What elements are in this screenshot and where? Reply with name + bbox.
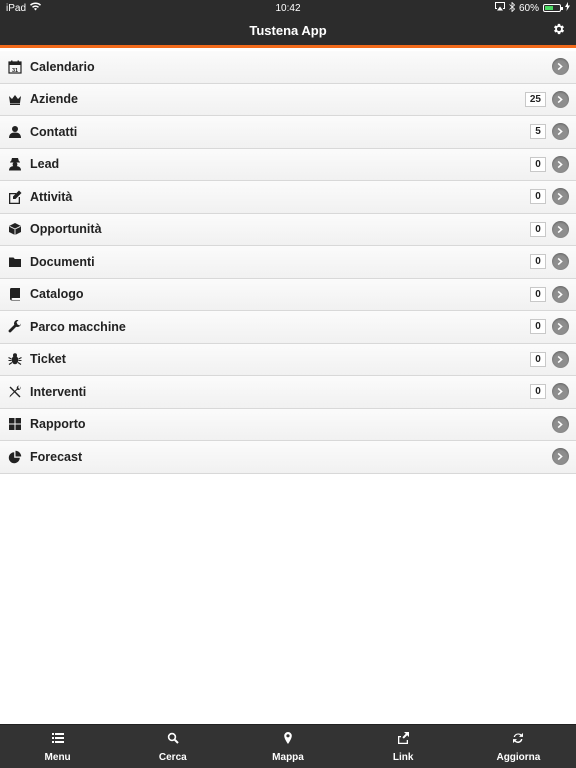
count-badge: 25 bbox=[524, 91, 546, 107]
wrench-icon bbox=[8, 319, 22, 334]
calendar-icon: 31 bbox=[8, 60, 22, 74]
menu-item-calendario[interactable]: 31 Calendario bbox=[0, 51, 576, 84]
list-icon bbox=[51, 731, 64, 749]
airplay-icon bbox=[494, 2, 505, 14]
menu-item-aziende[interactable]: Aziende 25 bbox=[0, 83, 576, 116]
tab-link[interactable]: Link bbox=[346, 725, 461, 768]
menu-item-label: Interventi bbox=[30, 384, 87, 399]
menu-item-label: Documenti bbox=[30, 254, 95, 269]
menu-item-documenti[interactable]: Documenti 0 bbox=[0, 246, 576, 279]
count-badge: 0 bbox=[530, 189, 546, 205]
gear-icon[interactable] bbox=[552, 22, 568, 38]
calendar-day: 31 bbox=[12, 68, 18, 74]
chevron-right-icon[interactable] bbox=[552, 123, 569, 141]
chevron-right-icon[interactable] bbox=[552, 285, 569, 303]
tab-bar: Menu Cerca Mappa Link Aggiorna bbox=[0, 724, 576, 768]
menu-item-label: Attività bbox=[30, 189, 73, 204]
count-badge: 5 bbox=[530, 124, 546, 140]
chevron-right-icon[interactable] bbox=[552, 318, 569, 336]
menu-item-catalogo[interactable]: Catalogo 0 bbox=[0, 278, 576, 311]
menu-item-lead[interactable]: Lead 0 bbox=[0, 148, 576, 181]
chevron-right-icon[interactable] bbox=[552, 155, 569, 173]
search-icon bbox=[167, 731, 179, 749]
chevron-right-icon[interactable] bbox=[552, 253, 569, 271]
grid-icon bbox=[8, 417, 22, 431]
crown-icon bbox=[8, 92, 22, 106]
chevron-right-icon[interactable] bbox=[552, 448, 569, 466]
tools-icon bbox=[8, 385, 22, 399]
status-bar: iPad 10:42 60% bbox=[0, 0, 576, 16]
user-secret-icon bbox=[8, 157, 22, 171]
chevron-right-icon[interactable] bbox=[552, 350, 569, 368]
tab-menu[interactable]: Menu bbox=[0, 725, 115, 768]
menu-item-label: Catalogo bbox=[30, 287, 84, 302]
cube-icon bbox=[8, 222, 22, 236]
tab-label: Cerca bbox=[158, 751, 187, 763]
count-badge: 0 bbox=[530, 319, 546, 335]
share-icon bbox=[397, 731, 410, 749]
chevron-right-icon[interactable] bbox=[552, 90, 569, 108]
menu-item-label: Parco macchine bbox=[30, 319, 126, 334]
chevron-right-icon[interactable] bbox=[552, 415, 569, 433]
count-badge: 0 bbox=[530, 286, 546, 302]
page-title: Tustena App bbox=[249, 23, 327, 38]
menu-item-opportunit[interactable]: Opportunità 0 bbox=[0, 213, 576, 246]
folder-icon bbox=[8, 255, 22, 269]
chevron-right-icon[interactable] bbox=[552, 188, 569, 206]
menu-item-forecast[interactable]: Forecast bbox=[0, 441, 576, 474]
refresh-icon bbox=[512, 731, 524, 749]
battery-percent: 60% bbox=[518, 2, 539, 14]
tab-mappa[interactable]: Mappa bbox=[230, 725, 345, 768]
nav-bar: Tustena App bbox=[0, 16, 576, 48]
tab-label: Mappa bbox=[272, 751, 304, 763]
chevron-right-icon[interactable] bbox=[552, 220, 569, 238]
main-menu-list: 31 Calendario Aziende 25 Contatti 5 Lead 0 Attiv… bbox=[0, 51, 576, 474]
wifi-icon bbox=[30, 2, 42, 14]
menu-item-rapporto[interactable]: Rapporto bbox=[0, 408, 576, 441]
tab-label: Menu bbox=[44, 751, 71, 763]
tab-label: Link bbox=[392, 751, 414, 763]
status-time: 10:42 bbox=[275, 2, 301, 14]
device-name: iPad bbox=[6, 2, 27, 14]
count-badge: 0 bbox=[530, 384, 546, 400]
menu-item-label: Lead bbox=[30, 157, 60, 172]
book-icon bbox=[8, 287, 22, 301]
count-badge: 0 bbox=[530, 351, 546, 367]
chevron-right-icon[interactable] bbox=[552, 58, 569, 76]
menu-item-label: Forecast bbox=[30, 449, 83, 464]
menu-item-attivit[interactable]: Attività 0 bbox=[0, 181, 576, 214]
count-badge: 0 bbox=[530, 221, 546, 237]
bug-icon bbox=[8, 352, 22, 366]
menu-item-parco-macchine[interactable]: Parco macchine 0 bbox=[0, 311, 576, 344]
battery-level bbox=[545, 6, 554, 10]
menu-item-label: Opportunità bbox=[30, 222, 102, 237]
menu-item-label: Rapporto bbox=[30, 417, 86, 432]
menu-item-label: Calendario bbox=[30, 59, 95, 74]
chevron-right-icon[interactable] bbox=[552, 383, 569, 401]
menu-item-contatti[interactable]: Contatti 5 bbox=[0, 116, 576, 149]
menu-item-label: Contatti bbox=[30, 124, 78, 139]
edit-icon bbox=[8, 190, 22, 204]
charging-icon bbox=[565, 2, 570, 14]
menu-item-interventi[interactable]: Interventi 0 bbox=[0, 376, 576, 409]
pie-chart-icon bbox=[8, 450, 22, 464]
count-badge: 0 bbox=[530, 254, 546, 270]
menu-item-ticket[interactable]: Ticket 0 bbox=[0, 343, 576, 376]
tab-label: Aggiorna bbox=[496, 751, 541, 763]
map-pin-icon bbox=[282, 731, 294, 749]
tab-aggiorna[interactable]: Aggiorna bbox=[461, 725, 576, 768]
user-icon bbox=[8, 125, 22, 139]
bluetooth-icon bbox=[509, 1, 516, 15]
menu-item-label: Ticket bbox=[30, 352, 66, 367]
menu-item-label: Aziende bbox=[30, 92, 78, 107]
battery-icon bbox=[543, 4, 563, 12]
tab-cerca[interactable]: Cerca bbox=[115, 725, 230, 768]
count-badge: 0 bbox=[530, 156, 546, 172]
